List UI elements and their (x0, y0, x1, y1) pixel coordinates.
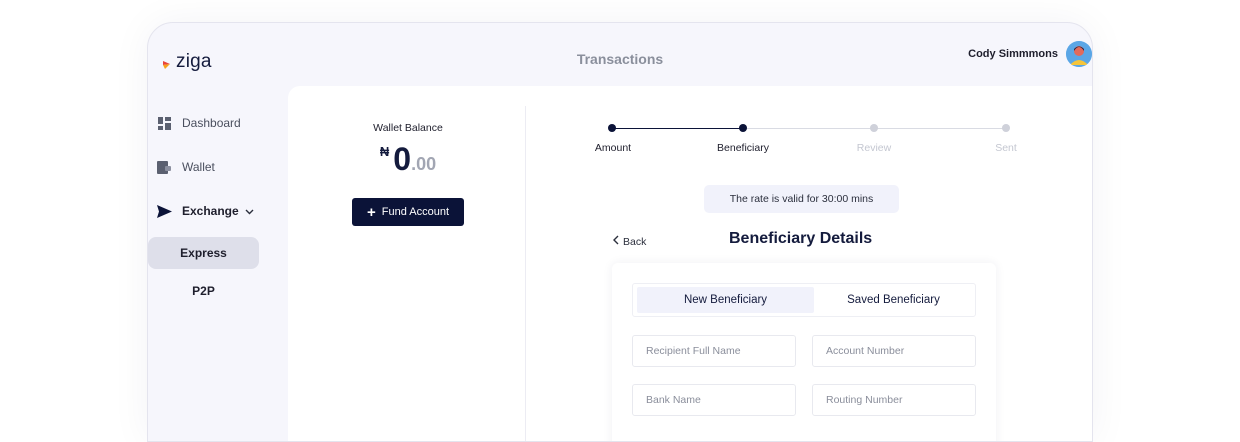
step-dot-beneficiary (739, 124, 747, 132)
wallet-icon (156, 159, 172, 175)
page-title: Transactions (576, 51, 664, 67)
sidebar-item-label: Dashboard (182, 116, 241, 130)
step-dot-review (870, 124, 878, 132)
fund-account-button[interactable]: + Fund Account (352, 198, 464, 226)
step-dot-sent (1002, 124, 1010, 132)
tab-saved-beneficiary[interactable]: Saved Beneficiary (816, 287, 971, 313)
sidebar-item-label: Wallet (182, 160, 215, 174)
beneficiary-tabs: New Beneficiary Saved Beneficiary (632, 283, 976, 317)
dashboard-grid-icon (156, 115, 172, 131)
account-number-input[interactable]: Account Number (812, 335, 976, 367)
step-label-beneficiary: Beneficiary (717, 142, 769, 154)
sidebar-item-label: Exchange (182, 204, 239, 218)
stepper-line-done (612, 128, 743, 129)
rate-validity-notice: The rate is valid for 30:00 mins (704, 185, 899, 213)
balance-decimal: .00 (411, 154, 437, 174)
sidebar-subitem-express[interactable]: Express (148, 237, 259, 269)
chevron-left-icon (613, 235, 619, 248)
back-label: Back (623, 235, 647, 248)
balance-whole: 0 (393, 141, 412, 177)
step-label-sent: Sent (995, 142, 1017, 154)
chevron-down-icon (245, 204, 254, 218)
sidebar-item-wallet[interactable]: Wallet (156, 159, 215, 175)
section-title: Beneficiary Details (729, 230, 873, 247)
user-profile[interactable]: Cody Simmmons (968, 41, 1092, 67)
wallet-balance-label: Wallet Balance (373, 122, 443, 134)
back-button[interactable]: Back (613, 235, 646, 248)
plus-icon: + (366, 203, 376, 221)
sidebar-item-dashboard[interactable]: Dashboard (156, 115, 241, 131)
sidebar-subitem-p2p[interactable]: P2P (148, 275, 259, 307)
step-dot-amount (608, 124, 616, 132)
routing-number-input[interactable]: Routing Number (812, 384, 976, 416)
panel-divider (525, 106, 526, 441)
recipient-full-name-input[interactable]: Recipient Full Name (632, 335, 796, 367)
bank-name-input[interactable]: Bank Name (632, 384, 796, 416)
tab-new-beneficiary[interactable]: New Beneficiary (637, 287, 814, 313)
step-label-amount: Amount (594, 142, 632, 154)
app-window: ziga Transactions Cody Simmmons Dashboar… (147, 22, 1093, 442)
user-name: Cody Simmmons (968, 48, 1058, 60)
wallet-balance-amount: ₦ 0.00 (288, 141, 528, 178)
send-arrow-icon (156, 203, 172, 219)
main-panel: Wallet Balance ₦ 0.00 + Fund Account Amou… (288, 86, 1092, 441)
sidebar-item-exchange[interactable]: Exchange (156, 203, 254, 219)
fund-account-label: Fund Account (381, 206, 450, 218)
beneficiary-form-card: New Beneficiary Saved Beneficiary Recipi… (612, 263, 996, 441)
avatar[interactable] (1066, 41, 1092, 67)
currency-symbol: ₦ (379, 144, 390, 159)
step-label-review: Review (856, 142, 892, 154)
